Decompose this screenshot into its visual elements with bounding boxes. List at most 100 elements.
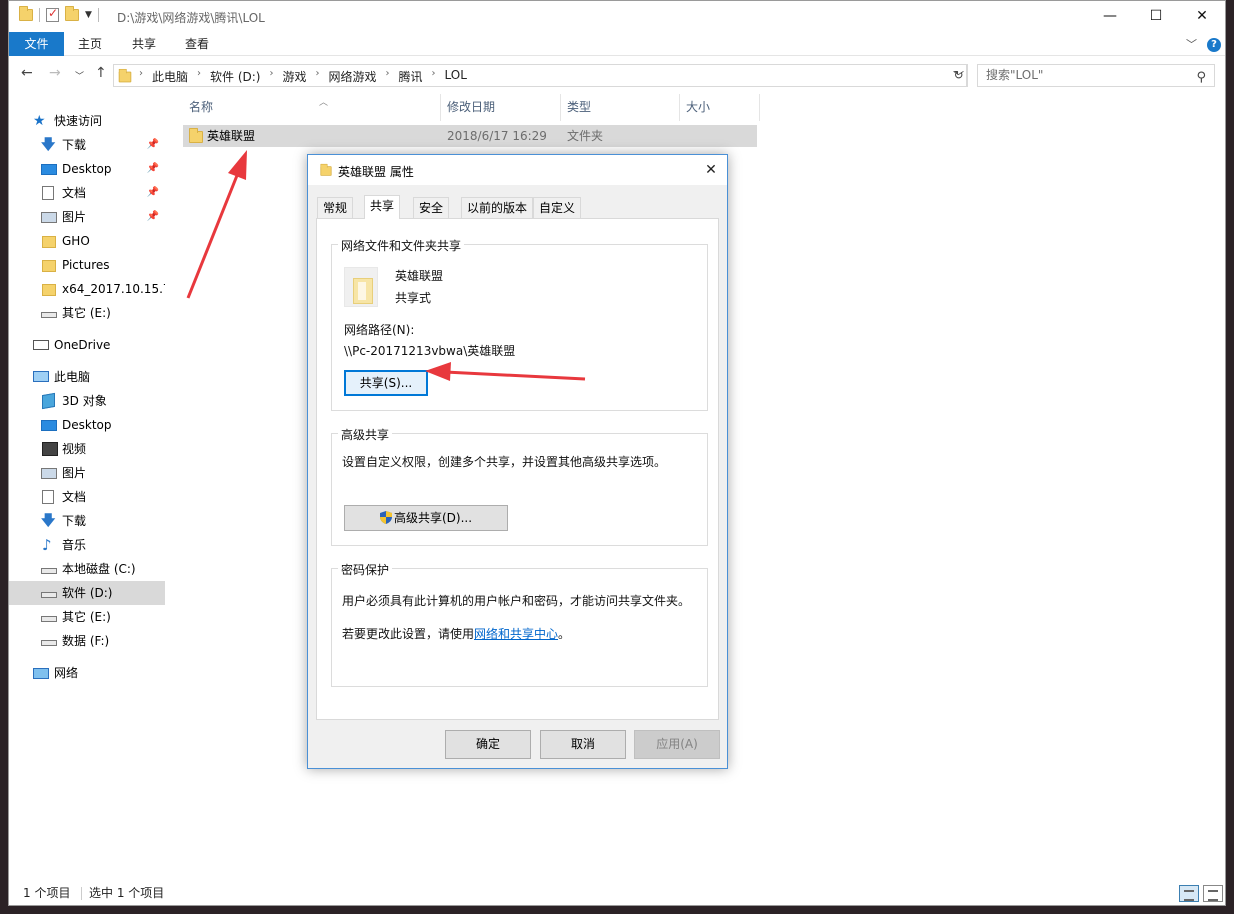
sidebar-item-x64[interactable]: x64_2017.10.15.76: [9, 277, 165, 301]
sidebar-item-drive-f[interactable]: 数据 (F:): [9, 629, 165, 653]
address-bar[interactable]: › 此电脑 › 软件 (D:) › 游戏 › 网络游戏 › 腾讯 › LOL ﹀: [113, 64, 967, 87]
sidebar-item-pc-pictures[interactable]: 图片: [9, 461, 165, 485]
sidebar-item-downloads[interactable]: 🡇 下载 📌: [9, 133, 165, 157]
sidebar-item-this-pc[interactable]: 此电脑: [9, 365, 165, 389]
tab-security[interactable]: 安全: [413, 197, 450, 218]
breadcrumb-lol[interactable]: LOL: [439, 68, 473, 85]
breadcrumb-tencent[interactable]: 腾讯: [393, 68, 429, 85]
breadcrumb-separator-icon[interactable]: ›: [313, 68, 323, 85]
sidebar-item-pictures[interactable]: 图片 📌: [9, 205, 165, 229]
tab-share[interactable]: 共享: [121, 32, 167, 56]
sidebar-item-label: 软件 (D:): [62, 586, 113, 600]
ok-button[interactable]: 确定: [445, 730, 531, 759]
folder-icon: [19, 6, 33, 21]
minimize-button[interactable]: —: [1087, 1, 1133, 32]
column-header-size[interactable]: 大小: [680, 94, 760, 121]
advanced-sharing-description: 设置自定义权限，创建多个共享，并设置其他高级共享选项。: [342, 455, 667, 469]
sidebar-item-drive-c[interactable]: 本地磁盘 (C:): [9, 557, 165, 581]
breadcrumb-separator-icon[interactable]: ›: [266, 68, 276, 85]
toolbar-divider: [39, 8, 40, 22]
sidebar-item-onedrive[interactable]: OneDrive: [9, 333, 165, 357]
breadcrumb-separator-icon[interactable]: ›: [194, 68, 204, 85]
refresh-icon[interactable]: ↻: [950, 64, 968, 87]
sidebar-item-network[interactable]: 网络: [9, 661, 165, 685]
forward-arrow-icon[interactable]: →: [49, 65, 61, 81]
pin-icon[interactable]: 📌: [147, 205, 159, 229]
breadcrumb-separator-icon[interactable]: ›: [383, 68, 393, 85]
sidebar-item-gho[interactable]: GHO: [9, 229, 165, 253]
sidebar-item-pictures-folder[interactable]: Pictures: [9, 253, 165, 277]
chevron-down-icon[interactable]: ﹀: [1186, 36, 1197, 52]
change-suffix: 。: [558, 627, 571, 641]
maximize-button[interactable]: ☐: [1133, 1, 1179, 32]
tab-previous-versions[interactable]: 以前的版本: [461, 197, 534, 218]
recent-dropdown-icon[interactable]: ﹀: [75, 69, 84, 82]
breadcrumb-games[interactable]: 游戏: [276, 68, 312, 85]
pin-icon[interactable]: 📌: [147, 157, 159, 181]
sidebar-item-3d-objects[interactable]: 3D 对象: [9, 389, 165, 413]
column-header-label: 名称: [189, 100, 214, 114]
sidebar-item-pc-desktop[interactable]: Desktop: [9, 413, 165, 437]
back-arrow-icon[interactable]: ←: [21, 65, 33, 81]
share-button[interactable]: 共享(S)...: [344, 370, 428, 396]
status-divider: [81, 887, 82, 900]
column-header-type[interactable]: 类型: [561, 94, 680, 121]
sidebar-item-drive-e[interactable]: 其它 (E:): [9, 605, 165, 629]
toolbar-divider: [97, 8, 99, 22]
table-row[interactable]: 英雄联盟 2018/6/17 16:29 文件夹: [183, 125, 757, 147]
sidebar-item-videos[interactable]: 视频: [9, 437, 165, 461]
chevron-down-icon[interactable]: ▼: [85, 10, 92, 20]
sidebar-item-label: 其它 (E:): [62, 306, 111, 320]
column-header-date[interactable]: 修改日期: [441, 94, 561, 121]
network-sharing-center-link[interactable]: 网络和共享中心: [474, 627, 558, 641]
details-view-icon[interactable]: [1179, 885, 1199, 902]
sidebar-item-desktop[interactable]: Desktop 📌: [9, 157, 165, 181]
breadcrumb-this-pc[interactable]: 此电脑: [146, 68, 194, 85]
pin-icon[interactable]: 📌: [147, 181, 159, 205]
sidebar-item-label: 其它 (E:): [62, 610, 111, 624]
search-input[interactable]: 搜索"LOL" ⚲: [977, 64, 1215, 87]
close-button[interactable]: ✕: [1179, 1, 1225, 32]
tab-general[interactable]: 常规: [317, 197, 354, 218]
properties-icon[interactable]: [46, 6, 59, 22]
tab-sharing[interactable]: 共享: [364, 195, 401, 219]
change-prefix: 若要更改此设置，请使用: [342, 627, 475, 641]
advanced-sharing-button[interactable]: 高级共享(D)...: [344, 505, 508, 531]
title-bar: ▼ D:\游戏\网络游戏\腾讯\LOL — ☐ ✕: [9, 1, 1225, 32]
sidebar-item-label: 3D 对象: [62, 394, 107, 408]
breadcrumb-drive-d[interactable]: 软件 (D:): [204, 68, 266, 85]
sort-up-icon: ︿: [319, 98, 329, 108]
breadcrumb-online-games[interactable]: 网络游戏: [323, 68, 383, 85]
cancel-button[interactable]: 取消: [540, 730, 626, 759]
sidebar-item-music[interactable]: ♪ 音乐: [9, 533, 165, 557]
up-arrow-icon[interactable]: ↑: [95, 65, 107, 81]
apply-button[interactable]: 应用(A): [634, 730, 720, 759]
sidebar-item-pc-downloads[interactable]: 🡇 下载: [9, 509, 165, 533]
column-header-name[interactable]: 名称 ︿: [183, 94, 441, 121]
share-state: 共享式: [395, 291, 432, 305]
group-title: 密码保护: [338, 561, 393, 578]
dialog-close-button[interactable]: ✕: [695, 155, 727, 185]
folder-icon: [42, 236, 56, 248]
uac-shield-icon: [379, 511, 392, 524]
sidebar-item-label: Desktop: [62, 418, 112, 432]
sidebar-item-drive-e-quick[interactable]: 其它 (E:): [9, 301, 165, 325]
folder-icon: [320, 163, 332, 176]
pin-icon[interactable]: 📌: [147, 133, 159, 157]
sidebar-item-documents[interactable]: 文档 📌: [9, 181, 165, 205]
large-icons-view-icon[interactable]: [1203, 885, 1223, 902]
tab-file[interactable]: 文件: [9, 32, 64, 56]
breadcrumb-separator-icon[interactable]: ›: [429, 68, 439, 85]
tab-home[interactable]: 主页: [67, 32, 113, 56]
help-icon[interactable]: ?: [1207, 38, 1221, 52]
sidebar-item-pc-documents[interactable]: 文档: [9, 485, 165, 509]
dialog-title-bar: 英雄联盟 属性 ✕: [308, 155, 727, 185]
new-folder-icon[interactable]: [65, 6, 79, 21]
tab-view[interactable]: 查看: [174, 32, 220, 56]
sidebar-item-drive-d[interactable]: 软件 (D:): [9, 581, 165, 605]
advanced-sharing-group: 高级共享 设置自定义权限，创建多个共享，并设置其他高级共享选项。 高级共享(D)…: [331, 426, 708, 546]
sidebar-item-quick-access[interactable]: ★ 快速访问: [9, 109, 165, 133]
document-icon: [42, 490, 54, 504]
tab-customize[interactable]: 自定义: [533, 197, 582, 218]
group-title: 高级共享: [338, 426, 393, 443]
